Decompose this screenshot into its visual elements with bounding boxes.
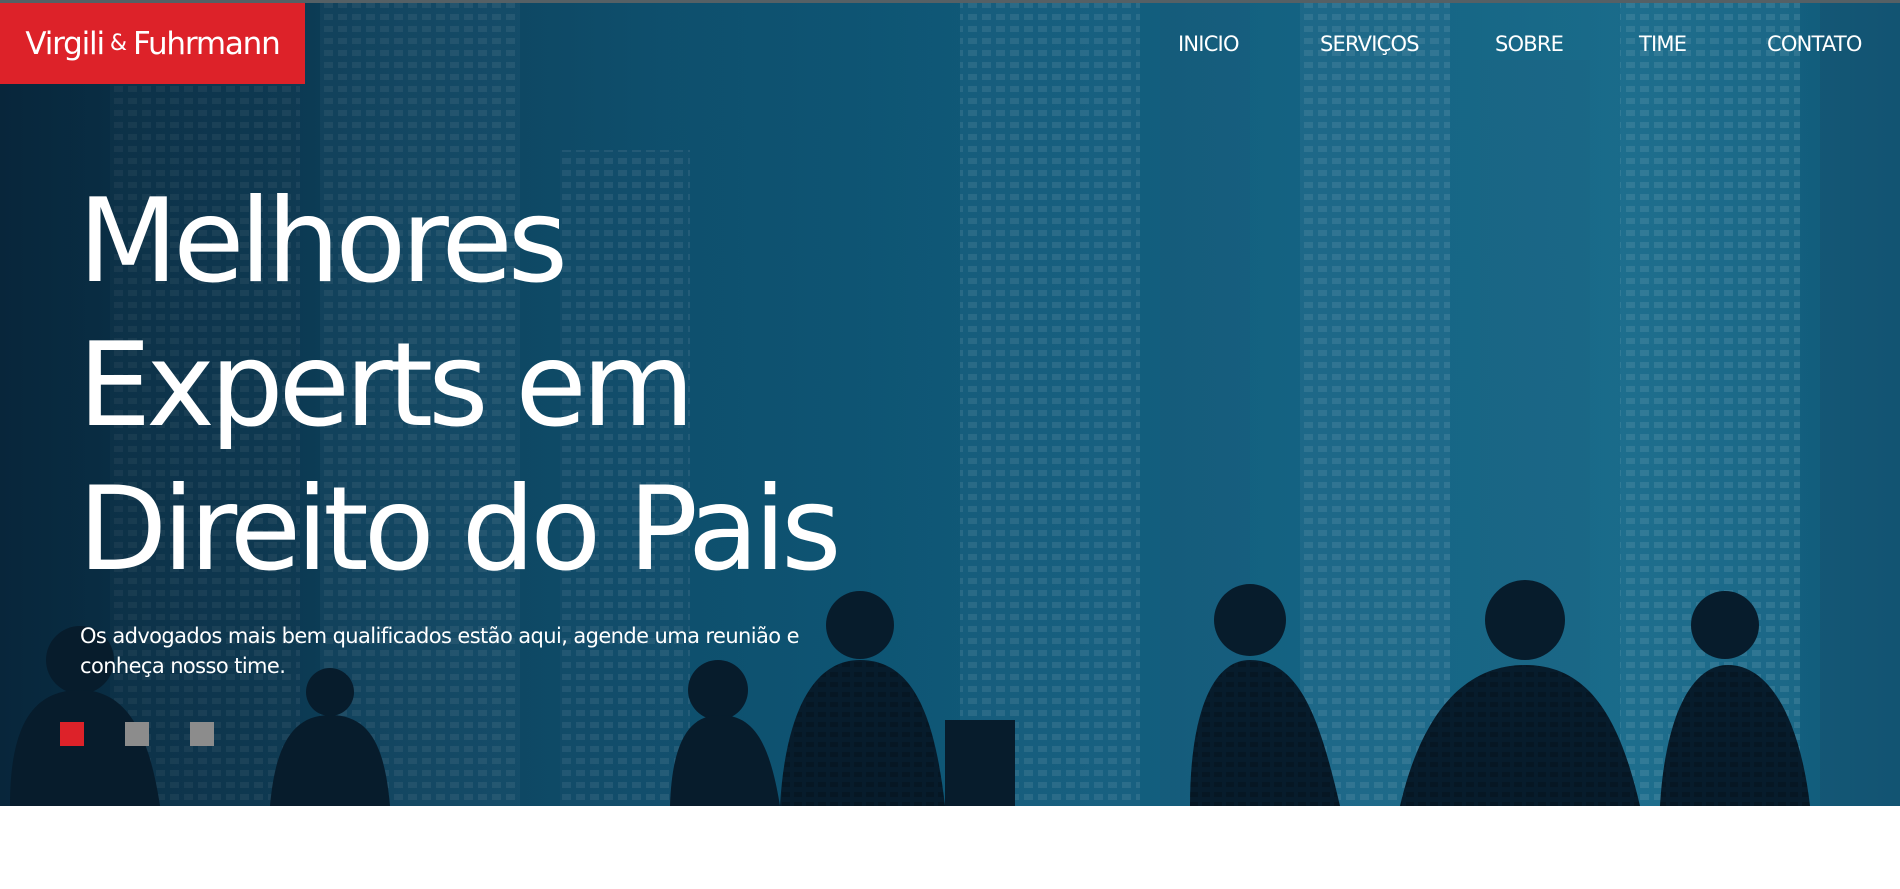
headline-line-2: Experts em — [78, 318, 695, 453]
headline-line-3: Direito do Pais — [78, 462, 842, 597]
nav-item-servicos[interactable]: SERVIÇOS — [1320, 32, 1420, 56]
page: Virgili & Fuhrmann INICIO SERVIÇOS SOBRE… — [0, 0, 1900, 889]
hero-subtitle: Os advogados mais bem qualificados estão… — [80, 624, 799, 678]
hero-headline: Melhores Experts em Direito do Pais — [78, 170, 978, 602]
nav-item-contato[interactable]: CONTATO — [1767, 32, 1862, 56]
hero-banner: Virgili & Fuhrmann INICIO SERVIÇOS SOBRE… — [0, 0, 1900, 806]
slider-dot-1[interactable] — [60, 722, 84, 746]
slider-dot-3[interactable] — [190, 722, 214, 746]
slider-dot-2[interactable] — [125, 722, 149, 746]
headline-line-1: Melhores — [78, 174, 568, 309]
nav-item-time[interactable]: TIME — [1639, 32, 1687, 56]
main-nav: INICIO SERVIÇOS SOBRE TIME CONTATO — [0, 32, 1900, 62]
nav-item-inicio[interactable]: INICIO — [1178, 32, 1239, 56]
nav-item-sobre[interactable]: SOBRE — [1495, 32, 1564, 56]
